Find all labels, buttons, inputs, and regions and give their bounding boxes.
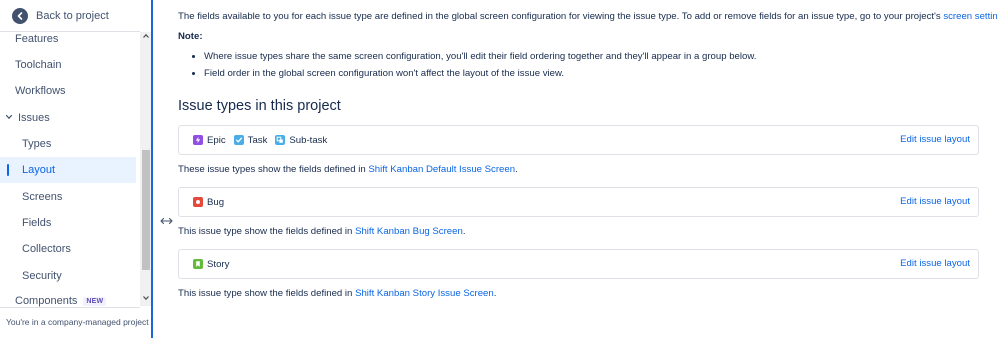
- issue-type-name: Task: [247, 134, 268, 146]
- story-icon: [193, 259, 203, 269]
- project-type-note: You're in a company-managed project: [6, 317, 149, 327]
- sidebar-item-workflows[interactable]: Workflows: [0, 78, 136, 104]
- group-description-text: This issue type show the fields defined …: [178, 288, 356, 299]
- sidebar: Back to project Features Toolchain Workf…: [0, 0, 152, 338]
- scroll-thumb[interactable]: [142, 150, 150, 270]
- edit-issue-layout-link[interactable]: Edit issue layout: [900, 134, 970, 145]
- screen-link[interactable]: Shift Kanban Bug Screen: [355, 226, 463, 237]
- issue-type-name: Sub-task: [289, 134, 328, 146]
- selected-indicator: [7, 164, 9, 176]
- group-description-text: This issue type show the fields defined …: [178, 226, 356, 237]
- screen-settings-link[interactable]: screen settings: [943, 11, 998, 22]
- issue-type-bug: Bug: [193, 197, 224, 208]
- group-description: These issue types show the fields define…: [178, 164, 518, 175]
- note-label: Note:: [178, 31, 203, 42]
- note-bullet: Field order in the global screen configu…: [204, 68, 756, 85]
- sidebar-item-label: Collectors: [22, 243, 71, 255]
- sidebar-item-layout[interactable]: Layout: [0, 157, 136, 183]
- sidebar-item-fields[interactable]: Fields: [0, 210, 136, 236]
- issue-type-subtask: Sub-task: [275, 135, 327, 146]
- issue-type-name: Story: [207, 258, 230, 270]
- screen-link[interactable]: Shift Kanban Story Issue Screen: [355, 288, 494, 299]
- sidebar-item-components[interactable]: Components NEW: [0, 288, 136, 312]
- new-badge: NEW: [83, 296, 107, 306]
- task-icon: [233, 135, 244, 145]
- group-description-end: .: [493, 288, 497, 299]
- issue-type-name: Bug: [207, 196, 225, 208]
- sidebar-item-label: Security: [22, 270, 62, 282]
- note-bullets: Where issue types share the same screen …: [204, 51, 756, 85]
- issue-type-story: Story: [193, 259, 229, 270]
- sidebar-item-label: Components: [15, 295, 78, 307]
- note-bullet: Where issue types share the same screen …: [204, 51, 756, 68]
- sidebar-item-toolchain[interactable]: Toolchain: [0, 52, 136, 78]
- edit-issue-layout-link[interactable]: Edit issue layout: [900, 258, 970, 269]
- subtask-icon: [275, 135, 286, 145]
- sidebar-nav: Features Toolchain Workflows Issues Type…: [0, 32, 136, 312]
- issue-type-group: Epic Task Sub-task Edit issue layout: [178, 125, 979, 155]
- sidebar-item-label: Layout: [22, 164, 56, 176]
- intro-text: The fields available to you for each iss…: [178, 11, 944, 22]
- group-description-end: .: [515, 164, 518, 175]
- sidebar-item-screens[interactable]: Screens: [0, 184, 136, 210]
- back-to-project-button[interactable]: Back to project: [0, 0, 152, 32]
- sidebar-item-label: Issues: [18, 112, 50, 124]
- sidebar-item-issues[interactable]: Issues: [0, 105, 136, 131]
- issue-type-name: Epic: [207, 134, 226, 146]
- bug-icon: [193, 197, 203, 207]
- sidebar-item-label: Features: [15, 33, 59, 45]
- sidebar-item-label: Screens: [22, 191, 63, 203]
- sidebar-item-security[interactable]: Security: [0, 263, 136, 289]
- issue-type-epic: Epic: [193, 135, 226, 146]
- sidebar-item-label: Toolchain: [15, 59, 62, 71]
- main-content: The fields available to you for each iss…: [178, 0, 998, 338]
- sidebar-item-label: Workflows: [15, 85, 66, 97]
- sidebar-item-collectors[interactable]: Collectors: [0, 236, 136, 262]
- group-description: This issue type show the fields defined …: [178, 226, 465, 237]
- section-title: Issue types in this project: [178, 98, 341, 114]
- edit-issue-layout-link[interactable]: Edit issue layout: [900, 196, 970, 207]
- sidebar-item-label: Fields: [22, 217, 52, 229]
- sidebar-item-features[interactable]: Features: [0, 32, 136, 52]
- group-description-end: .: [462, 226, 466, 237]
- sidebar-footer-divider: [0, 307, 140, 308]
- group-description-text: These issue types show the fields define…: [178, 164, 369, 175]
- intro-paragraph: The fields available to you for each iss…: [178, 11, 998, 22]
- chevron-down-icon: [3, 113, 15, 123]
- resize-handle-icon[interactable]: [160, 215, 173, 227]
- sidebar-item-types[interactable]: Types: [0, 131, 136, 157]
- issue-type-group: Bug Edit issue layout: [178, 187, 979, 217]
- back-to-project-label: Back to project: [36, 10, 109, 22]
- sidebar-resize-divider[interactable]: [151, 0, 153, 338]
- screen-link[interactable]: Shift Kanban Default Issue Screen: [368, 164, 515, 175]
- sidebar-item-label: Types: [22, 138, 52, 150]
- epic-icon: [193, 135, 203, 145]
- issue-type-group: Story Edit issue layout: [178, 249, 979, 279]
- issue-type-task: Task: [233, 134, 268, 146]
- group-description: This issue type show the fields defined …: [178, 288, 496, 299]
- arrow-left-icon: [12, 8, 28, 24]
